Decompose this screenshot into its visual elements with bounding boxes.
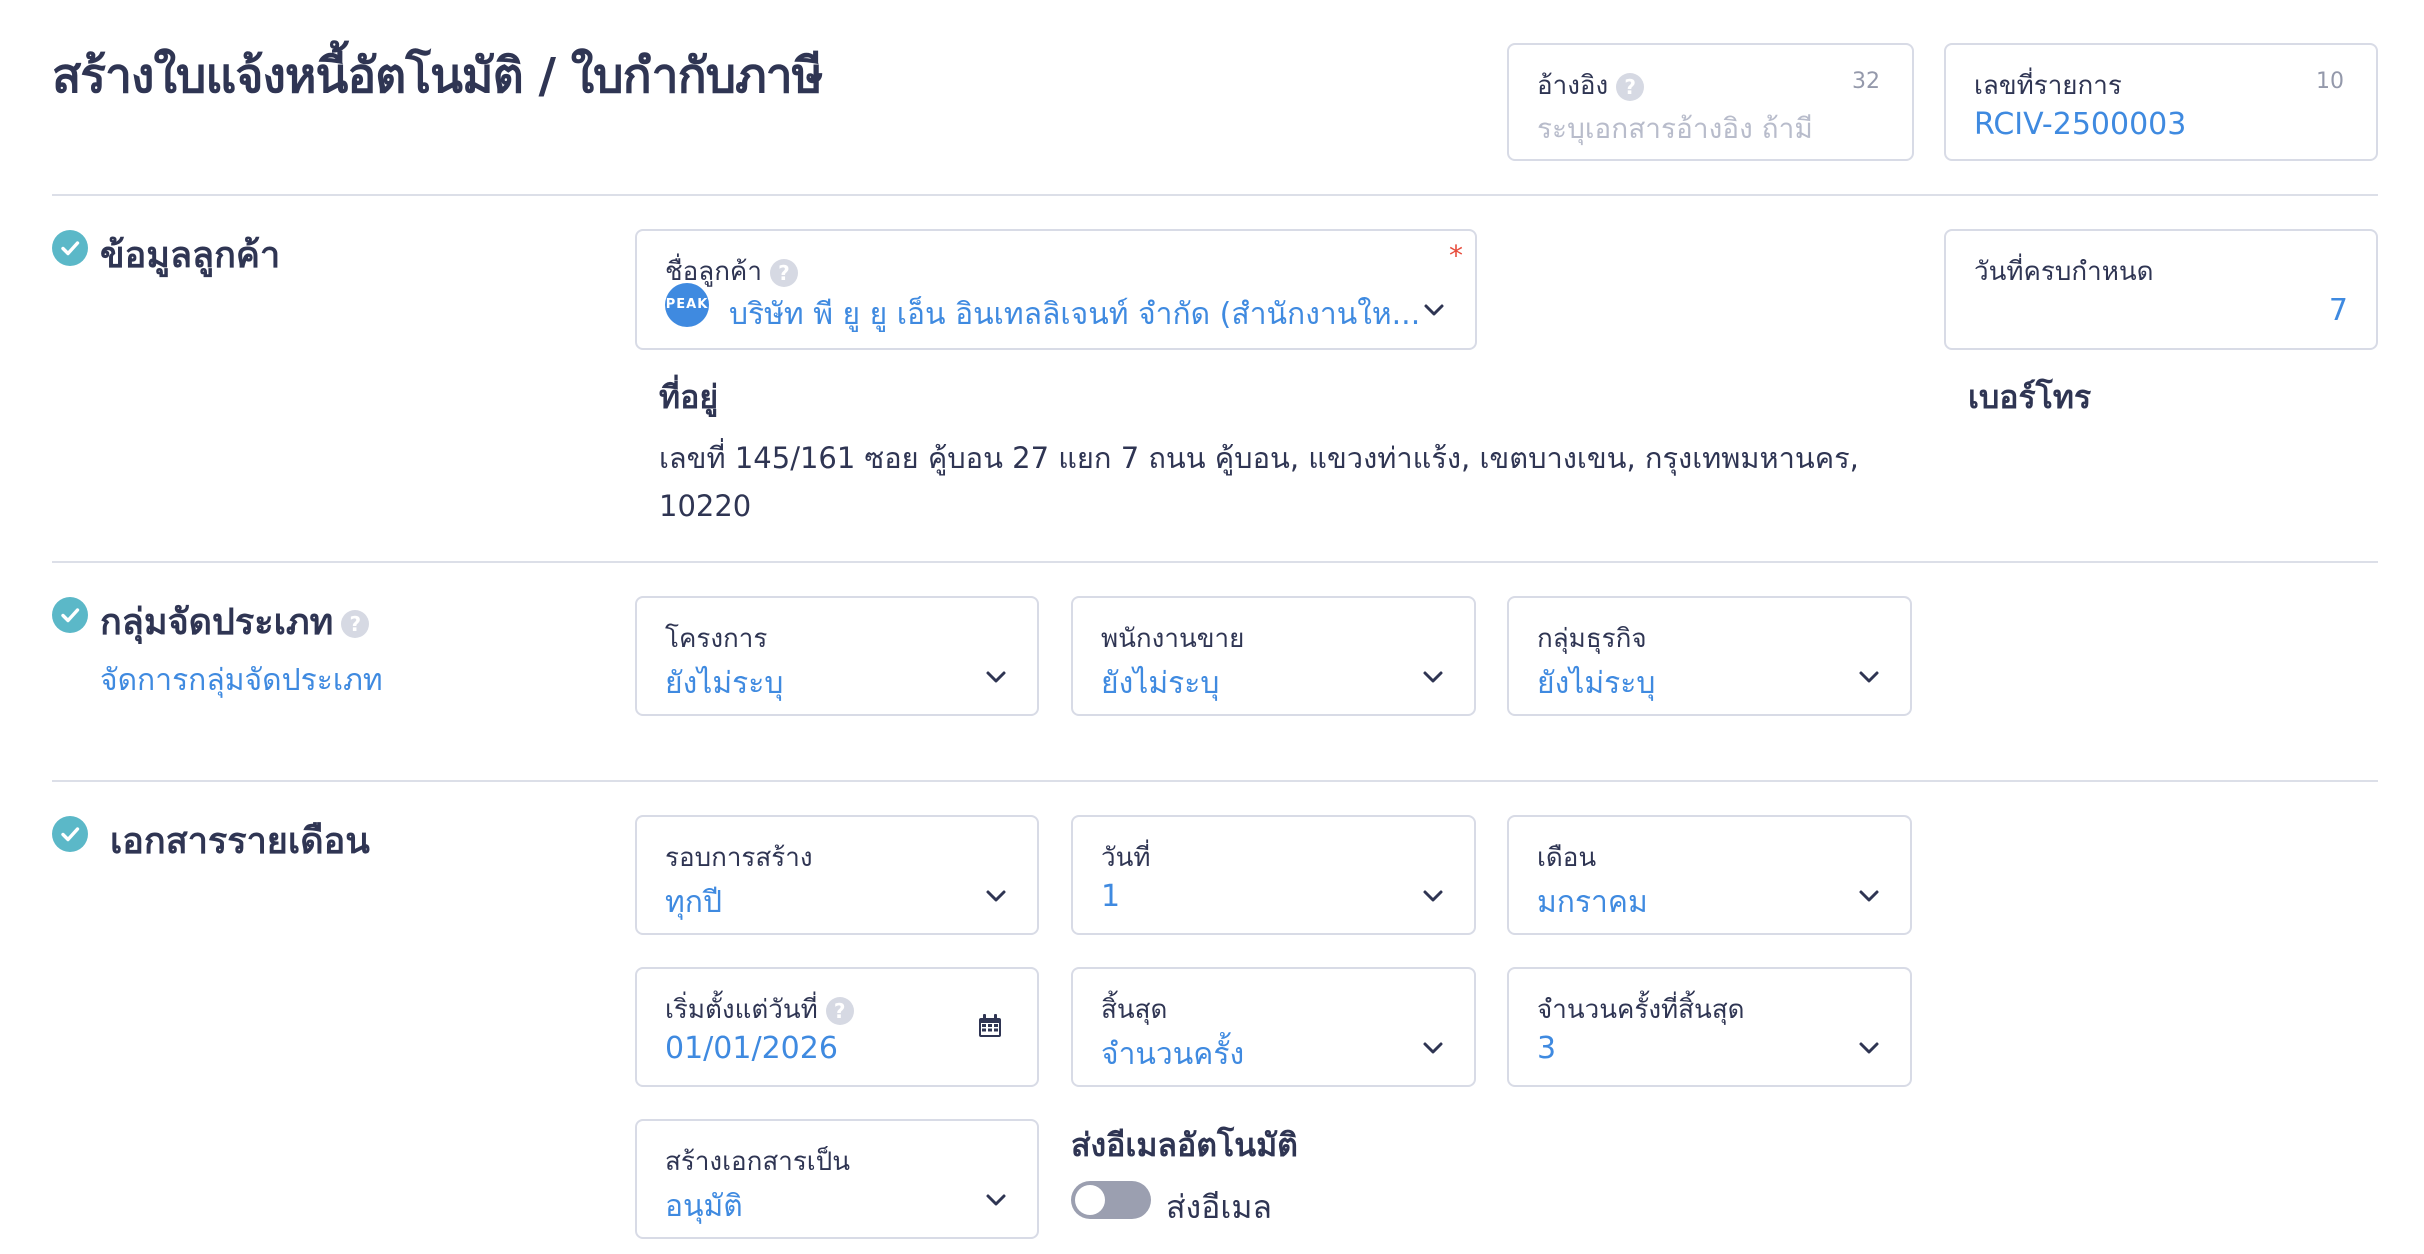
customer-select[interactable]: ชื่อลูกค้า? * PEAK บริษัท พี ยู ยู เอ็น … — [635, 229, 1477, 350]
due-date-label: วันที่ครบกำหนด — [1974, 257, 2154, 287]
doc-number-field[interactable]: เลขที่รายการ 10 RCIV-2500003 — [1944, 43, 2378, 161]
create-as-value: อนุมัติ — [665, 1189, 743, 1224]
start-date-input[interactable]: 01/01/2026 — [665, 1031, 838, 1066]
page-title: สร้างใบแจ้งหนี้อัตโนมัติ / ใบกำกับภาษี — [52, 48, 823, 104]
chevron-down-icon[interactable] — [985, 1193, 1007, 1207]
auto-email-toggle[interactable] — [1071, 1181, 1151, 1219]
reference-label-text: อ้างอิง — [1537, 71, 1609, 101]
due-date-field[interactable]: วันที่ครบกำหนด 7 — [1944, 229, 2378, 350]
reference-input[interactable]: ระบุเอกสารอ้างอิง ถ้ามี — [1537, 107, 1813, 151]
doc-number-label: เลขที่รายการ — [1974, 71, 2122, 101]
chevron-down-icon[interactable] — [1858, 1041, 1880, 1055]
chevron-down-icon[interactable] — [1858, 670, 1880, 684]
customer-value: บริษัท พี ยู ยู เอ็น อินเทลลิเจนท์ จำกัด… — [729, 297, 1421, 332]
customer-section-title: ข้อมูลลูกค้า — [100, 235, 281, 276]
end-select[interactable]: สิ้นสุด จำนวนครั้ง — [1071, 967, 1476, 1087]
end-count-label: จำนวนครั้งที่สิ้นสุด — [1537, 995, 1745, 1025]
doc-number-counter: 10 — [2316, 69, 2344, 94]
chevron-down-icon[interactable] — [1422, 889, 1444, 903]
classification-section-title: กลุ่มจัดประเภท? — [100, 593, 370, 650]
chevron-down-icon[interactable] — [1422, 1041, 1444, 1055]
help-icon[interactable]: ? — [341, 610, 370, 638]
day-label: วันที่ — [1101, 843, 1151, 873]
day-select[interactable]: วันที่ 1 — [1071, 815, 1476, 935]
chevron-down-icon[interactable] — [1422, 670, 1444, 684]
toggle-knob — [1075, 1185, 1105, 1215]
end-value: จำนวนครั้ง — [1101, 1037, 1245, 1072]
manage-classification-link[interactable]: จัดการกลุ่มจัดประเภท — [100, 657, 383, 704]
chevron-down-icon[interactable] — [1423, 303, 1445, 317]
end-count-value: 3 — [1537, 1031, 1557, 1066]
cycle-label: รอบการสร้าง — [665, 843, 813, 873]
month-select[interactable]: เดือน มกราคม — [1507, 815, 1912, 935]
start-date-label-text: เริ่มตั้งแต่วันที่ — [665, 995, 818, 1025]
phone-label: เบอร์โทร — [1968, 378, 2092, 416]
check-icon — [52, 597, 88, 633]
help-icon[interactable]: ? — [1616, 72, 1645, 101]
divider — [52, 561, 2378, 563]
auto-email-toggle-label: ส่งอีเมล — [1166, 1188, 1273, 1226]
start-date-field[interactable]: เริ่มตั้งแต่วันที่? 01/01/2026 — [635, 967, 1039, 1087]
address-label: ที่อยู่ — [659, 378, 719, 416]
reference-counter: 32 — [1852, 69, 1880, 94]
month-label: เดือน — [1537, 843, 1597, 873]
monthly-section-title: เอกสารรายเดือน — [110, 821, 370, 862]
classification-title-text: กลุ่มจัดประเภท — [100, 602, 334, 643]
create-as-select[interactable]: สร้างเอกสารเป็น อนุมัติ — [635, 1119, 1039, 1239]
project-select[interactable]: โครงการ ยังไม่ระบุ — [635, 596, 1039, 716]
chevron-down-icon[interactable] — [985, 670, 1007, 684]
chevron-down-icon[interactable] — [985, 889, 1007, 903]
salesperson-select[interactable]: พนักงานขาย ยังไม่ระบุ — [1071, 596, 1476, 716]
reference-label: อ้างอิง? — [1537, 65, 1645, 106]
divider — [52, 194, 2378, 196]
help-icon[interactable]: ? — [769, 258, 798, 287]
calendar-icon[interactable] — [977, 1013, 1003, 1039]
help-icon[interactable]: ? — [825, 996, 854, 1025]
project-label: โครงการ — [665, 624, 768, 654]
required-mark: * — [1449, 239, 1463, 272]
check-icon — [52, 816, 88, 852]
customer-label-text: ชื่อลูกค้า — [665, 257, 762, 287]
chevron-down-icon[interactable] — [1858, 889, 1880, 903]
day-value: 1 — [1101, 879, 1121, 914]
address-value: เลขที่ 145/161 ซอย คู้บอน 27 แยก 7 ถนน ค… — [659, 441, 1859, 523]
cycle-select[interactable]: รอบการสร้าง ทุกปี — [635, 815, 1039, 935]
month-value: มกราคม — [1537, 885, 1648, 920]
end-count-select[interactable]: จำนวนครั้งที่สิ้นสุด 3 — [1507, 967, 1912, 1087]
business-group-select[interactable]: กลุ่มธุรกิจ ยังไม่ระบุ — [1507, 596, 1912, 716]
project-value: ยังไม่ระบุ — [665, 666, 784, 701]
reference-field[interactable]: อ้างอิง? 32 ระบุเอกสารอ้างอิง ถ้ามี — [1507, 43, 1914, 161]
due-date-input[interactable]: 7 — [2329, 293, 2348, 328]
cycle-value: ทุกปี — [665, 885, 722, 920]
salesperson-value: ยังไม่ระบุ — [1101, 666, 1220, 701]
check-icon — [52, 230, 88, 266]
customer-avatar: PEAK — [665, 283, 709, 327]
business-group-label: กลุ่มธุรกิจ — [1537, 624, 1647, 654]
end-label: สิ้นสุด — [1101, 995, 1168, 1025]
salesperson-label: พนักงานขาย — [1101, 624, 1245, 654]
create-as-label: สร้างเอกสารเป็น — [665, 1147, 850, 1177]
doc-number-input[interactable]: RCIV-2500003 — [1974, 107, 2186, 142]
auto-email-title: ส่งอีเมลอัตโนมัติ — [1071, 1126, 1298, 1164]
start-date-label: เริ่มตั้งแต่วันที่? — [665, 989, 854, 1030]
business-group-value: ยังไม่ระบุ — [1537, 666, 1656, 701]
divider — [52, 780, 2378, 782]
